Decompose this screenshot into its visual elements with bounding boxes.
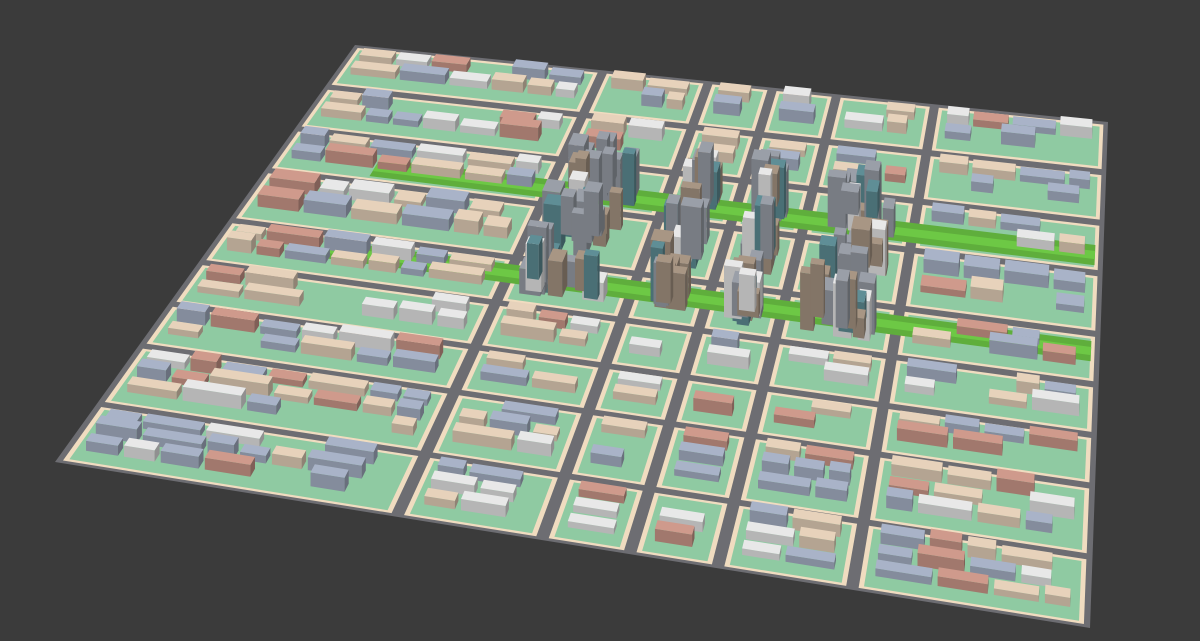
tower-side: [710, 142, 714, 205]
tower-front: [583, 254, 598, 300]
tower-side: [786, 163, 789, 218]
3d-viewport[interactable]: [0, 0, 1200, 641]
tower-front: [680, 205, 702, 260]
tower-roof: [833, 227, 847, 236]
tower-front: [560, 195, 574, 236]
tower-roof: [864, 159, 881, 172]
tower-front: [810, 263, 824, 319]
residential-building-front: [666, 98, 683, 110]
tower-front: [656, 261, 671, 304]
tower-front: [835, 280, 848, 329]
city-model-scene: [55, 45, 1108, 628]
tower-side: [754, 269, 757, 312]
tower-front: [527, 242, 539, 280]
tower-side: [823, 259, 825, 319]
tower-front: [840, 190, 859, 216]
tower-roof: [866, 179, 880, 193]
tower-side: [885, 220, 887, 277]
tower-roof: [751, 149, 771, 161]
tower-side: [701, 199, 704, 260]
tower-front: [583, 190, 599, 237]
tower-front: [738, 273, 755, 312]
tower-side: [597, 250, 600, 300]
tower-side: [772, 196, 775, 260]
tower-side: [670, 255, 674, 304]
tower-roof: [835, 268, 850, 282]
tower-side: [874, 273, 877, 335]
tower-roof: [760, 195, 775, 206]
residential-building-front: [641, 94, 662, 108]
tower-front: [622, 152, 635, 207]
tower-front: [609, 192, 621, 231]
tower-roof: [882, 197, 896, 210]
tower-side: [855, 271, 858, 330]
tower-roof: [851, 215, 873, 231]
residential-building-front: [886, 121, 907, 135]
tower-front: [602, 153, 613, 194]
tower-front: [547, 260, 563, 298]
tower-side: [620, 188, 623, 231]
tower-side: [685, 267, 688, 311]
tower-side: [784, 160, 787, 220]
tower-front: [866, 191, 878, 219]
tower-side: [634, 148, 637, 207]
